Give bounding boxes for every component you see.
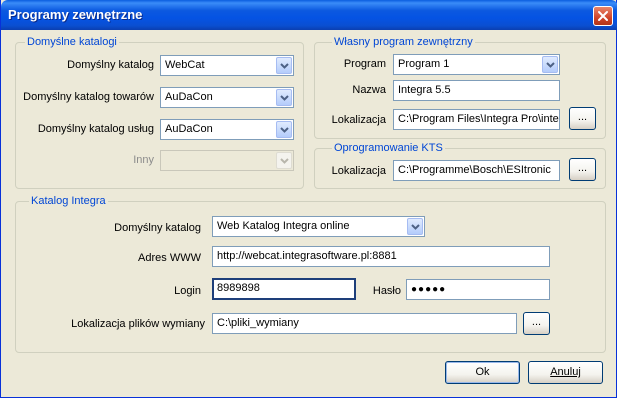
name-label: Nazwa [352, 84, 386, 96]
default-dir-select[interactable]: WebCat [160, 55, 294, 76]
location-label: Lokalizacja [331, 114, 386, 126]
kts-browse-button[interactable]: ... [569, 158, 596, 181]
location-browse-button[interactable]: ... [569, 107, 596, 130]
goods-dir-value: AuDaCon [165, 91, 213, 103]
integra-default-dir-select[interactable]: Web Katalog Integra online [212, 216, 425, 237]
other-dir-dropdown-button[interactable] [276, 152, 292, 169]
program-dropdown-button[interactable] [542, 56, 558, 73]
password-label: Hasło [372, 285, 401, 297]
kts-legend: Oprogramowanie KTS [332, 142, 445, 154]
window-title: Programy zewnętrzne [8, 7, 143, 22]
default-dir-dropdown-button[interactable] [276, 57, 292, 74]
default-dir-value: WebCat [165, 59, 205, 71]
other-dir-select[interactable] [160, 150, 294, 171]
exchange-browse-button[interactable]: ... [523, 312, 550, 335]
goods-dir-dropdown-button[interactable] [276, 89, 292, 106]
integra-default-dir-dropdown-button[interactable] [407, 218, 423, 235]
services-dir-dropdown-button[interactable] [276, 121, 292, 138]
kts-location-label: Lokalizacja [331, 165, 386, 177]
services-dir-select[interactable]: AuDaCon [160, 119, 294, 140]
close-button[interactable] [593, 6, 613, 26]
integra-default-dir-value: Web Katalog Integra online [217, 220, 350, 232]
cancel-label: Anuluj [550, 366, 581, 378]
program-value: Program 1 [398, 58, 450, 70]
chevron-down-icon [280, 127, 289, 133]
dialog-window: Programy zewnętrzne Domyślne katalogi Do… [0, 0, 617, 398]
goods-dir-select[interactable]: AuDaCon [160, 87, 294, 108]
chevron-down-icon [280, 95, 289, 101]
title-bar[interactable]: Programy zewnętrzne [1, 0, 617, 30]
default-dirs-legend: Domyślne katalogi [25, 36, 119, 48]
password-field[interactable]: ●●●●● [406, 279, 550, 300]
close-icon [598, 11, 608, 21]
ok-button[interactable]: Ok [445, 361, 520, 384]
www-label: Adres WWW [138, 252, 201, 264]
program-label: Program [343, 58, 386, 70]
exchange-location-field[interactable]: C:\pliki_wymiany [212, 313, 517, 334]
services-dir-label: Domyślny katalog usług [37, 123, 154, 135]
own-program-legend: Własny program zewnętrzny [332, 36, 475, 48]
integra-catalog-legend: Katalog Integra [29, 195, 108, 207]
login-label: Login [174, 285, 201, 297]
other-dir-label: Inny [133, 154, 154, 166]
chevron-down-icon [280, 63, 289, 69]
integra-default-dir-label: Domyślny katalog [114, 222, 201, 234]
default-dir-label: Domyślny katalog [67, 59, 154, 71]
exchange-location-label: Lokalizacja plików wymiany [71, 318, 205, 330]
chevron-down-icon [546, 62, 555, 68]
services-dir-value: AuDaCon [165, 123, 213, 135]
chevron-down-icon [280, 158, 289, 164]
program-select[interactable]: Program 1 [393, 54, 560, 75]
name-field[interactable]: Integra 5.5 [393, 80, 560, 101]
password-value: ●●●●● [411, 284, 447, 295]
www-field[interactable]: http://webcat.integrasoftware.pl:8881 [212, 246, 550, 267]
cancel-button[interactable]: Anuluj [528, 361, 603, 384]
goods-dir-label: Domyślny katalog towarów [23, 91, 154, 103]
login-field[interactable]: 8989898 [212, 278, 356, 300]
location-field[interactable]: C:\Program Files\Integra Pro\integ [393, 109, 560, 130]
kts-location-field[interactable]: C:\Programme\Bosch\ESItronic [393, 160, 560, 181]
chevron-down-icon [411, 224, 420, 230]
